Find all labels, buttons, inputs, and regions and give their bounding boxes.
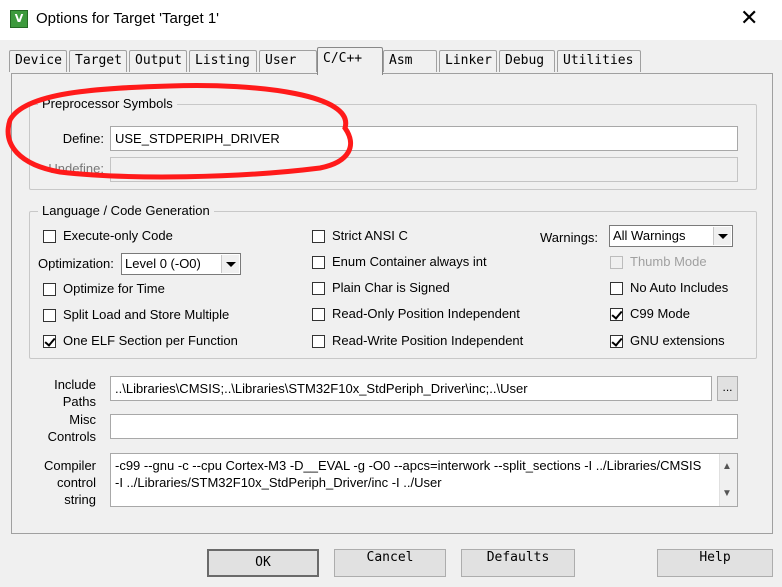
include-label-line-2: Paths [62, 394, 96, 409]
optimization-select[interactable]: Level 0 (-O0) [121, 253, 241, 275]
c99-mode-label: C99 Mode [630, 306, 690, 321]
compiler-control-label: Compiler control string [26, 457, 96, 508]
execute-only-label: Execute-only Code [63, 228, 173, 243]
compiler-label-line-3: string [64, 492, 96, 507]
compiler-label-line-1: Compiler [43, 458, 96, 473]
chevron-down-icon [221, 255, 239, 273]
c99-mode-checkbox[interactable] [610, 308, 623, 321]
optimize-time-label: Optimize for Time [63, 281, 165, 296]
include-label-line-1: Include [54, 377, 96, 392]
help-button[interactable]: Help [657, 549, 773, 577]
rw-pi-checkbox[interactable] [312, 335, 325, 348]
misc-label-line-2: Controls [47, 429, 96, 444]
gnu-extensions-label: GNU extensions [630, 333, 725, 348]
tab-utilities[interactable]: Utilities [557, 50, 641, 72]
no-auto-includes-checkbox[interactable] [610, 282, 623, 295]
tab-linker[interactable]: Linker [439, 50, 497, 72]
compiler-line-1: -c99 --gnu -c --cpu Cortex-M3 -D__EVAL -… [115, 458, 702, 473]
compiler-control-textarea[interactable]: -c99 --gnu -c --cpu Cortex-M3 -D__EVAL -… [110, 453, 738, 507]
optimize-time-checkbox[interactable] [43, 283, 56, 296]
tab-target[interactable]: Target [69, 50, 127, 72]
plain-char-checkbox[interactable] [312, 282, 325, 295]
thumb-mode-checkbox[interactable] [610, 256, 623, 269]
plain-char-label: Plain Char is Signed [332, 280, 450, 295]
compiler-scrollbar[interactable]: ▲ ▼ [719, 454, 737, 506]
split-load-label: Split Load and Store Multiple [63, 307, 230, 322]
language-group-title: Language / Code Generation [38, 203, 214, 219]
misc-label-line-1: Misc [69, 412, 96, 427]
include-paths-browse-button[interactable]: ... [717, 376, 738, 401]
tab-panel-c-cpp: Preprocessor Symbols Define: USE_STDPERI… [11, 73, 773, 534]
compiler-line-2: -I ../Libraries/STM32F10x_StdPeriph_Driv… [115, 475, 442, 490]
close-icon[interactable]: ✕ [740, 6, 758, 31]
ro-pi-checkbox[interactable] [312, 308, 325, 321]
chevron-down-icon [713, 227, 731, 245]
define-label: Define: [62, 131, 104, 146]
enum-int-label: Enum Container always int [332, 254, 487, 269]
define-input[interactable]: USE_STDPERIPH_DRIVER [110, 126, 738, 151]
warnings-label: Warnings: [540, 230, 599, 245]
warnings-value: All Warnings [613, 228, 686, 243]
title-bar: V Options for Target 'Target 1' ✕ [0, 0, 782, 40]
thumb-mode-label: Thumb Mode [630, 254, 707, 269]
include-paths-label: Include Paths [26, 376, 96, 410]
scroll-up-icon[interactable]: ▲ [722, 458, 732, 475]
cancel-button[interactable]: Cancel [334, 549, 446, 577]
tab-c-cpp[interactable]: C/C++ [317, 47, 383, 75]
tab-device[interactable]: Device [9, 50, 67, 72]
warnings-select[interactable]: All Warnings [609, 225, 733, 247]
preprocessor-group-title: Preprocessor Symbols [38, 96, 177, 112]
undefine-input[interactable] [110, 157, 738, 182]
misc-controls-input[interactable] [110, 414, 738, 439]
one-elf-label: One ELF Section per Function [63, 333, 238, 348]
tab-debug[interactable]: Debug [499, 50, 555, 72]
strict-ansi-label: Strict ANSI C [332, 228, 408, 243]
ok-button[interactable]: OK [207, 549, 319, 577]
execute-only-checkbox[interactable] [43, 230, 56, 243]
app-icon: V [10, 10, 28, 28]
misc-controls-label: Misc Controls [26, 411, 96, 445]
split-load-checkbox[interactable] [43, 309, 56, 322]
optimization-value: Level 0 (-O0) [125, 256, 201, 271]
ro-pi-label: Read-Only Position Independent [332, 306, 520, 321]
defaults-button[interactable]: Defaults [461, 549, 575, 577]
scroll-down-icon[interactable]: ▼ [722, 485, 732, 502]
optimization-label: Optimization: [38, 256, 114, 271]
no-auto-includes-label: No Auto Includes [630, 280, 729, 295]
tab-user[interactable]: User [259, 50, 317, 72]
rw-pi-label: Read-Write Position Independent [332, 333, 524, 348]
strict-ansi-checkbox[interactable] [312, 230, 325, 243]
gnu-extensions-checkbox[interactable] [610, 335, 623, 348]
include-paths-input[interactable]: ..\Libraries\CMSIS;..\Libraries\STM32F10… [110, 376, 712, 401]
tab-asm[interactable]: Asm [383, 50, 437, 72]
enum-int-checkbox[interactable] [312, 256, 325, 269]
compiler-label-line-2: control [56, 475, 96, 490]
tab-listing[interactable]: Listing [189, 50, 257, 72]
one-elf-checkbox[interactable] [43, 335, 56, 348]
undefine-label: Undefine: [48, 161, 104, 176]
window-title: Options for Target 'Target 1' [36, 10, 220, 27]
tab-output[interactable]: Output [129, 50, 187, 72]
